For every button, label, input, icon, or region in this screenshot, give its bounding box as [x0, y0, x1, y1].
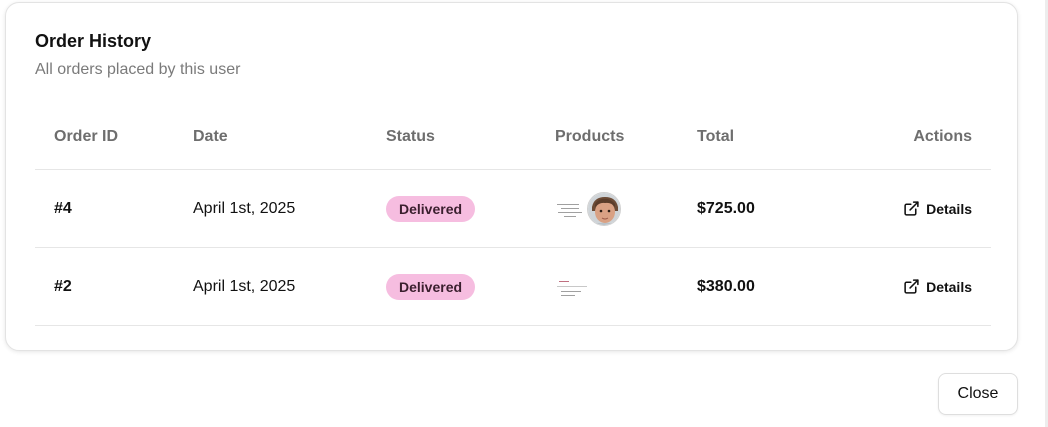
- external-link-icon: [904, 201, 919, 216]
- details-button[interactable]: Details: [903, 200, 972, 217]
- column-header-actions: Actions: [913, 128, 972, 145]
- column-header-status: Status: [386, 128, 435, 145]
- actions-cell: Details: [903, 170, 972, 247]
- status-cell: Delivered: [386, 170, 476, 247]
- product-thumbnail: [555, 194, 583, 223]
- product-thumbnail: [555, 272, 587, 301]
- child-avatar: [587, 191, 621, 226]
- order-history-card: Order History All orders placed by this …: [5, 2, 1018, 351]
- actions-cell: Details: [903, 248, 972, 325]
- external-link-icon: [904, 279, 919, 294]
- order-id: #4: [54, 199, 72, 217]
- details-label: Details: [926, 200, 972, 217]
- table-row: #2 April 1st, 2025 Delivered $380.00 Det…: [35, 248, 991, 326]
- details-label: Details: [926, 278, 972, 295]
- close-button[interactable]: Close: [938, 373, 1018, 415]
- order-total: $380.00: [697, 277, 755, 295]
- status-badge: Delivered: [386, 273, 476, 300]
- status-cell: Delivered: [386, 248, 476, 325]
- card-title: Order History: [35, 31, 152, 51]
- details-button[interactable]: Details: [903, 278, 972, 295]
- column-header-products: Products: [555, 128, 625, 145]
- table-row: #4 April 1st, 2025 Delivered $725.00 Det…: [35, 170, 991, 248]
- order-id: #2: [54, 277, 72, 295]
- column-header-total: Total: [697, 128, 735, 145]
- order-date: April 1st, 2025: [193, 277, 296, 295]
- column-header-date: Date: [193, 128, 228, 145]
- order-date: April 1st, 2025: [193, 199, 296, 217]
- products-cell: [555, 248, 587, 325]
- column-header-order-id: Order ID: [54, 128, 119, 145]
- status-badge: Delivered: [386, 195, 476, 222]
- order-total: $725.00: [697, 199, 755, 217]
- products-cell: [555, 170, 621, 247]
- orders-table: Order ID Date Status Products Total Acti…: [35, 105, 991, 326]
- card-subtitle: All orders placed by this user: [35, 61, 241, 78]
- table-header-row: Order ID Date Status Products Total Acti…: [35, 105, 991, 170]
